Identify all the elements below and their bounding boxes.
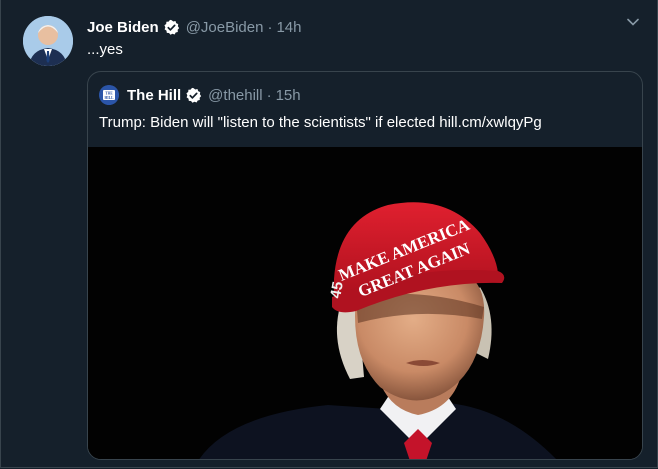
quoted-tweet-header: THE HILL The Hill @thehill · 15h	[99, 84, 301, 106]
author-avatar[interactable]	[23, 16, 73, 66]
separator-dot: ·	[266, 86, 272, 104]
quoted-author-name[interactable]: The Hill	[127, 87, 181, 104]
svg-text:HILL: HILL	[105, 96, 115, 100]
quoted-author-avatar[interactable]: THE HILL	[99, 85, 119, 105]
chevron-down-icon[interactable]	[625, 14, 641, 30]
quoted-tweet-timestamp[interactable]: 15h	[276, 87, 301, 104]
tweet-text: ...yes	[87, 41, 123, 58]
quoted-tweet-media[interactable]: 45 MAKE AMERICA GREAT AGAIN	[88, 147, 642, 459]
quoted-tweet-text: Trump: Biden will "listen to the scienti…	[99, 114, 542, 131]
tweet-header: Joe Biden @JoeBiden · 14h	[87, 16, 302, 38]
verified-icon	[163, 19, 180, 36]
author-handle[interactable]: @JoeBiden	[186, 19, 264, 36]
separator-dot: ·	[267, 18, 273, 36]
author-name[interactable]: Joe Biden	[87, 19, 159, 36]
verified-icon	[185, 87, 202, 104]
quoted-author-handle[interactable]: @thehill	[208, 87, 262, 104]
tweet-timestamp[interactable]: 14h	[276, 19, 301, 36]
tweet-container[interactable]: Joe Biden @JoeBiden · 14h ...yes THE HIL…	[0, 0, 658, 468]
quoted-tweet[interactable]: THE HILL The Hill @thehill · 15h Trump: …	[87, 71, 643, 460]
